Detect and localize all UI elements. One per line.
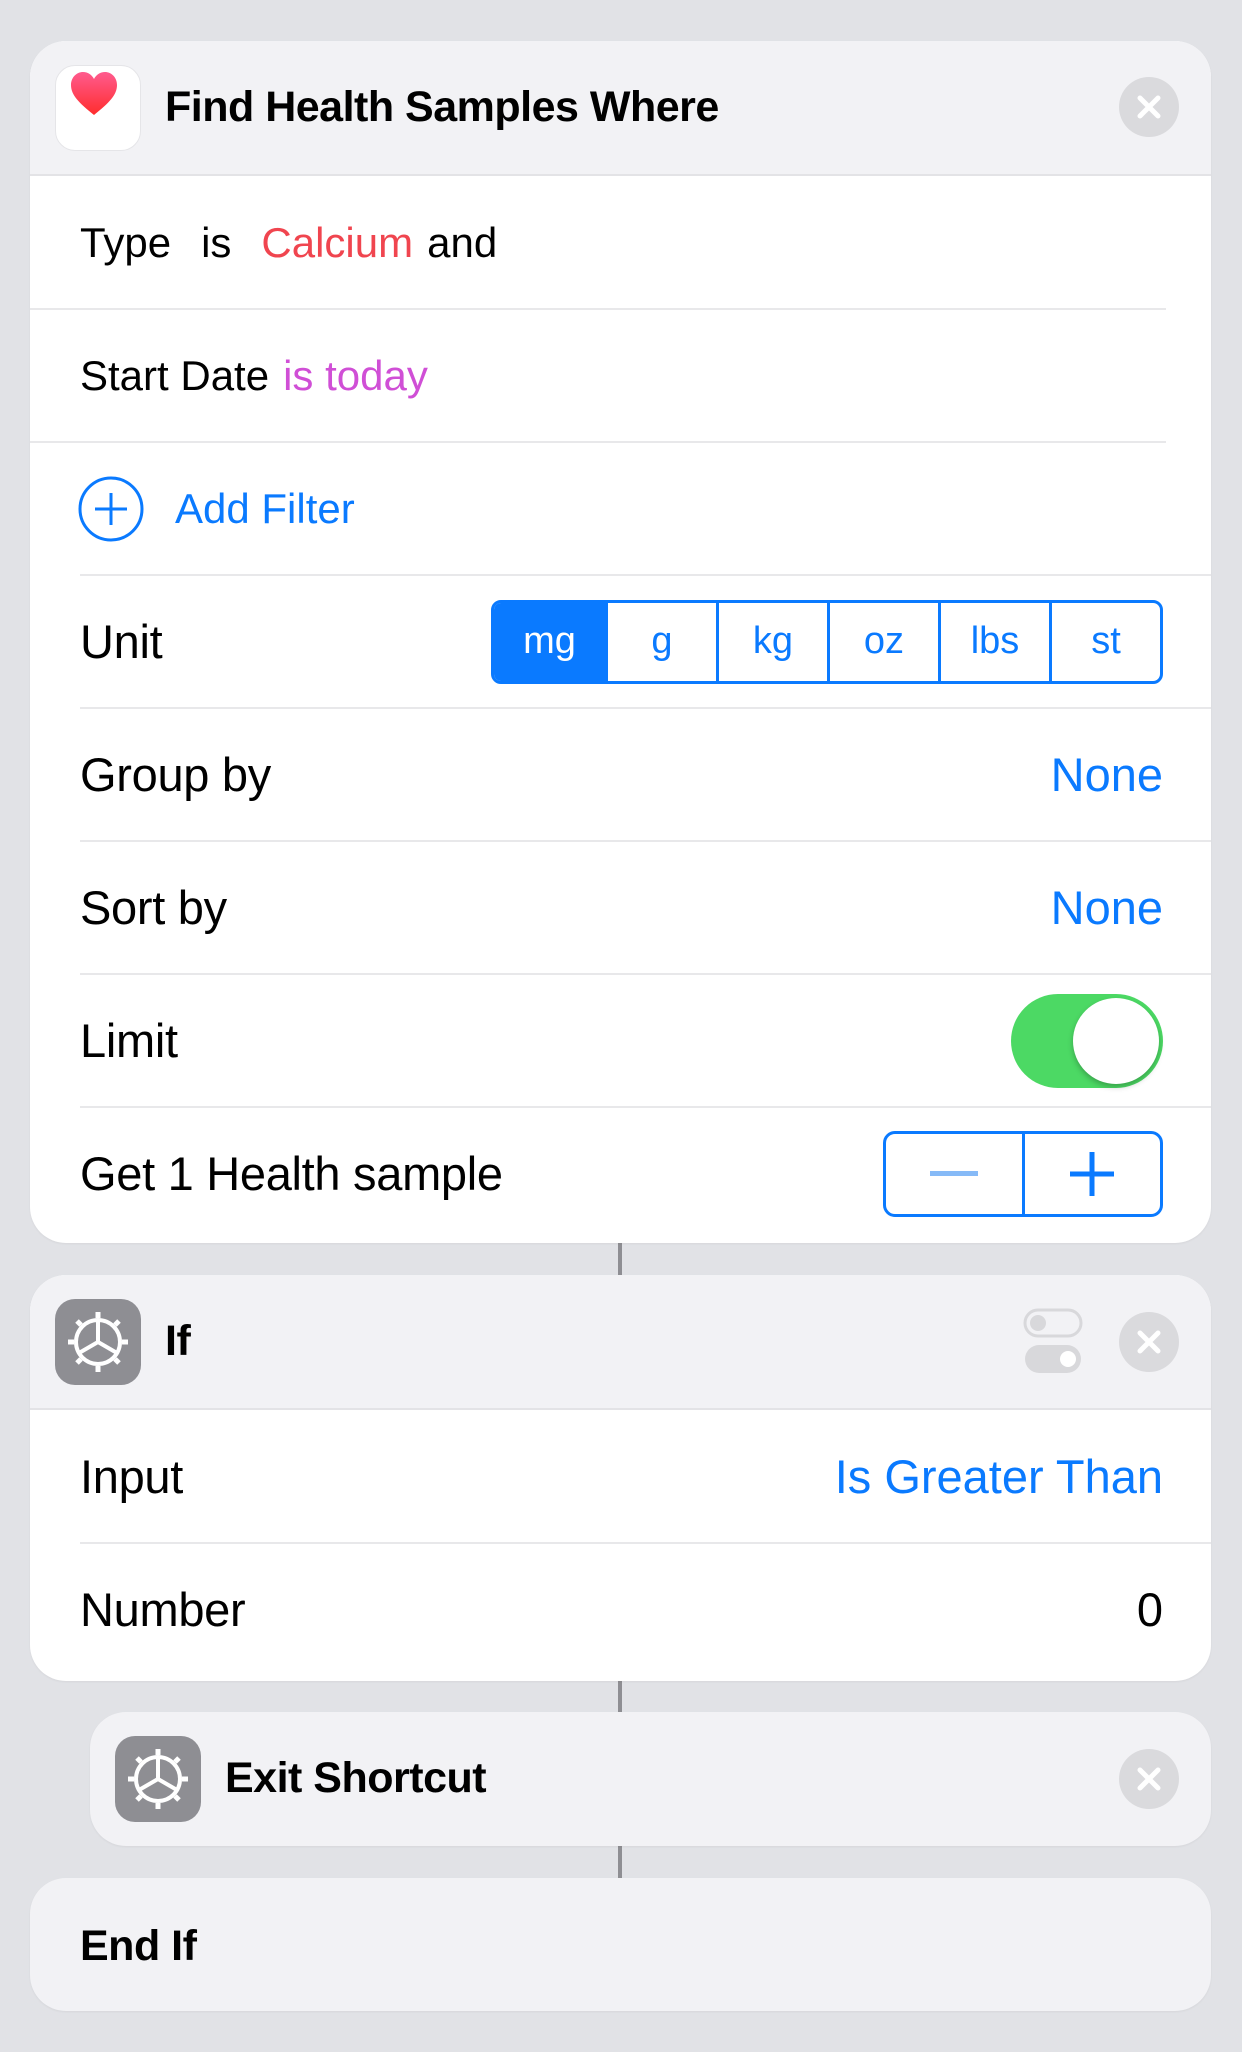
- scripting-app-icon: [115, 1736, 201, 1822]
- number-value[interactable]: 0: [1137, 1582, 1163, 1637]
- connector-line: [618, 1678, 622, 1716]
- group-by-label: Group by: [80, 748, 271, 801]
- unit-row: Unit mg g kg oz lbs st: [30, 575, 1211, 708]
- add-filter-label: Add Filter: [175, 484, 355, 532]
- unit-option-kg[interactable]: kg: [716, 602, 827, 681]
- scripting-app-icon: [55, 1299, 141, 1385]
- action-title: If: [165, 1317, 191, 1365]
- unit-option-mg[interactable]: mg: [494, 602, 605, 681]
- condition-value[interactable]: Is Greater Than: [835, 1449, 1163, 1504]
- unit-option-g[interactable]: g: [605, 602, 716, 681]
- toggle-parameters-icon[interactable]: [1023, 1307, 1083, 1377]
- find-health-samples-card: Find Health Samples Where Type is Calciu…: [30, 41, 1211, 1243]
- add-filter-button[interactable]: Add Filter: [30, 442, 1211, 575]
- health-app-icon: [55, 65, 141, 151]
- filter-field[interactable]: Type: [80, 219, 171, 267]
- toggle-knob: [1073, 997, 1159, 1084]
- action-title: Find Health Samples Where: [165, 83, 719, 131]
- unit-option-lbs[interactable]: lbs: [938, 602, 1049, 681]
- close-icon: [1137, 1330, 1161, 1354]
- plus-circle-icon: [78, 476, 144, 541]
- limit-count-row: Get 1 Health sample: [30, 1107, 1211, 1240]
- action-title: End If: [80, 1922, 197, 1970]
- end-if-card[interactable]: End If: [30, 1878, 1211, 2011]
- gear-icon: [128, 1749, 188, 1809]
- if-card: If Input Is Greater Than Number 0: [30, 1275, 1211, 1681]
- limit-label: Limit: [80, 1014, 178, 1067]
- filter-value[interactable]: Calcium: [261, 219, 413, 267]
- gear-icon: [68, 1312, 128, 1372]
- connector-line: [618, 1843, 622, 1881]
- exit-shortcut-card[interactable]: Exit Shortcut: [90, 1712, 1211, 1846]
- filter-operator[interactable]: is: [201, 219, 231, 267]
- limit-toggle[interactable]: [1011, 993, 1163, 1088]
- sort-by-value[interactable]: None: [1051, 880, 1163, 935]
- number-label: Number: [80, 1583, 246, 1636]
- remove-action-button[interactable]: [1119, 1749, 1179, 1809]
- unit-label: Unit: [80, 615, 163, 668]
- group-by-value[interactable]: None: [1051, 747, 1163, 802]
- unit-option-oz[interactable]: oz: [827, 602, 938, 681]
- unit-segmented-control[interactable]: mg g kg oz lbs st: [491, 599, 1163, 684]
- limit-count-label: Get 1 Health sample: [80, 1147, 503, 1200]
- limit-stepper[interactable]: [883, 1130, 1163, 1217]
- action-title: Exit Shortcut: [225, 1754, 487, 1802]
- filter-field[interactable]: Start Date: [80, 352, 269, 400]
- decrement-button[interactable]: [886, 1134, 1022, 1214]
- filter-conjunction[interactable]: and: [427, 219, 497, 267]
- card-header: Find Health Samples Where: [30, 41, 1211, 176]
- card-header: If: [30, 1275, 1211, 1410]
- connector-line: [618, 1240, 622, 1280]
- filter-type-row[interactable]: Type is Calcium and: [30, 176, 1211, 309]
- heart-icon: [71, 72, 117, 115]
- remove-action-button[interactable]: [1119, 77, 1179, 137]
- group-by-row[interactable]: Group by None: [30, 708, 1211, 841]
- increment-button[interactable]: [1021, 1133, 1161, 1214]
- input-row[interactable]: Input Is Greater Than: [30, 1410, 1211, 1543]
- unit-option-st[interactable]: st: [1049, 602, 1160, 681]
- input-label: Input: [80, 1450, 184, 1503]
- filter-start-date-row[interactable]: Start Date is today: [30, 309, 1211, 442]
- plus-icon: [1070, 1151, 1115, 1196]
- close-icon: [1137, 95, 1161, 119]
- limit-row: Limit: [30, 974, 1211, 1107]
- number-row[interactable]: Number 0: [30, 1543, 1211, 1676]
- close-icon: [1137, 1767, 1161, 1791]
- sort-by-row[interactable]: Sort by None: [30, 841, 1211, 974]
- sort-by-label: Sort by: [80, 881, 227, 934]
- minus-icon: [929, 1170, 978, 1176]
- filter-value[interactable]: is today: [283, 352, 428, 400]
- remove-action-button[interactable]: [1119, 1312, 1179, 1372]
